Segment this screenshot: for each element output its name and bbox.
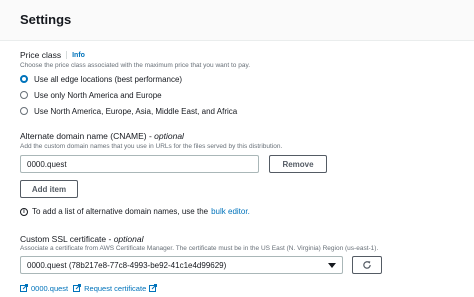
- page-title: Settings: [20, 12, 72, 27]
- radio-label: Use only North America and Europe: [34, 90, 162, 100]
- info-link[interactable]: Info: [72, 52, 85, 59]
- cname-input[interactable]: 0000.quest: [20, 155, 259, 173]
- radio-button[interactable]: [20, 91, 28, 99]
- optional-tag: optional: [154, 131, 184, 141]
- ssl-certificate-select[interactable]: 0000.quest (78b217e8-77c8-4993-be92-41c1…: [20, 256, 343, 274]
- radio-option-all-edge[interactable]: Use all edge locations (best performance…: [20, 73, 237, 85]
- bulk-editor-link[interactable]: bulk editor.: [211, 207, 250, 216]
- radio-option-na-europe-asia[interactable]: Use North America, Europe, Asia, Middle …: [20, 105, 237, 117]
- certificate-link[interactable]: 0000.quest: [31, 284, 68, 293]
- refresh-button[interactable]: [352, 256, 382, 274]
- radio-label: Use all edge locations (best performance…: [34, 74, 183, 84]
- request-certificate-link[interactable]: Request certificate: [84, 284, 146, 293]
- ssl-links: 0000.quest Request certificate: [20, 279, 158, 297]
- cname-label: Alternate domain name (CNAME) - optional: [20, 131, 184, 141]
- cname-label-text: Alternate domain name (CNAME) -: [20, 131, 152, 141]
- remove-button[interactable]: Remove: [269, 155, 327, 173]
- refresh-icon: [363, 261, 371, 269]
- radio-label: Use North America, Europe, Asia, Middle …: [34, 106, 238, 116]
- optional-tag: optional: [113, 234, 144, 244]
- cname-description: Add the custom domain names that you use…: [20, 143, 283, 150]
- external-link-icon: [73, 279, 82, 297]
- external-link-icon: [149, 279, 158, 297]
- external-link-icon: [20, 279, 28, 297]
- price-class-label: Price class: [20, 50, 62, 60]
- info-icon: i: [20, 207, 28, 216]
- hint-text: To add a list of alternative domain name…: [32, 207, 209, 216]
- add-item-button[interactable]: Add item: [20, 180, 78, 198]
- price-class-radio-group: Use all edge locations (best performance…: [20, 73, 237, 117]
- bulk-editor-hint: i To add a list of alternative domain na…: [20, 207, 250, 216]
- chevron-down-icon: [328, 262, 336, 268]
- divider: [66, 51, 68, 59]
- ssl-label: Custom SSL certificate - optional: [20, 234, 143, 244]
- ssl-selected-value: 0000.quest (78b217e8-77c8-4993-be92-41c1…: [27, 260, 227, 270]
- price-class-label-row: Price class Info: [20, 50, 85, 60]
- radio-button[interactable]: [20, 107, 28, 115]
- ssl-description: Associate a certificate from AWS Certifi…: [20, 245, 379, 252]
- radio-option-na-europe[interactable]: Use only North America and Europe: [20, 89, 237, 101]
- radio-button-checked[interactable]: [20, 75, 28, 83]
- price-class-description: Choose the price class associated with t…: [20, 62, 251, 69]
- ssl-label-text: Custom SSL certificate -: [20, 234, 112, 244]
- settings-header: Settings: [0, 0, 474, 41]
